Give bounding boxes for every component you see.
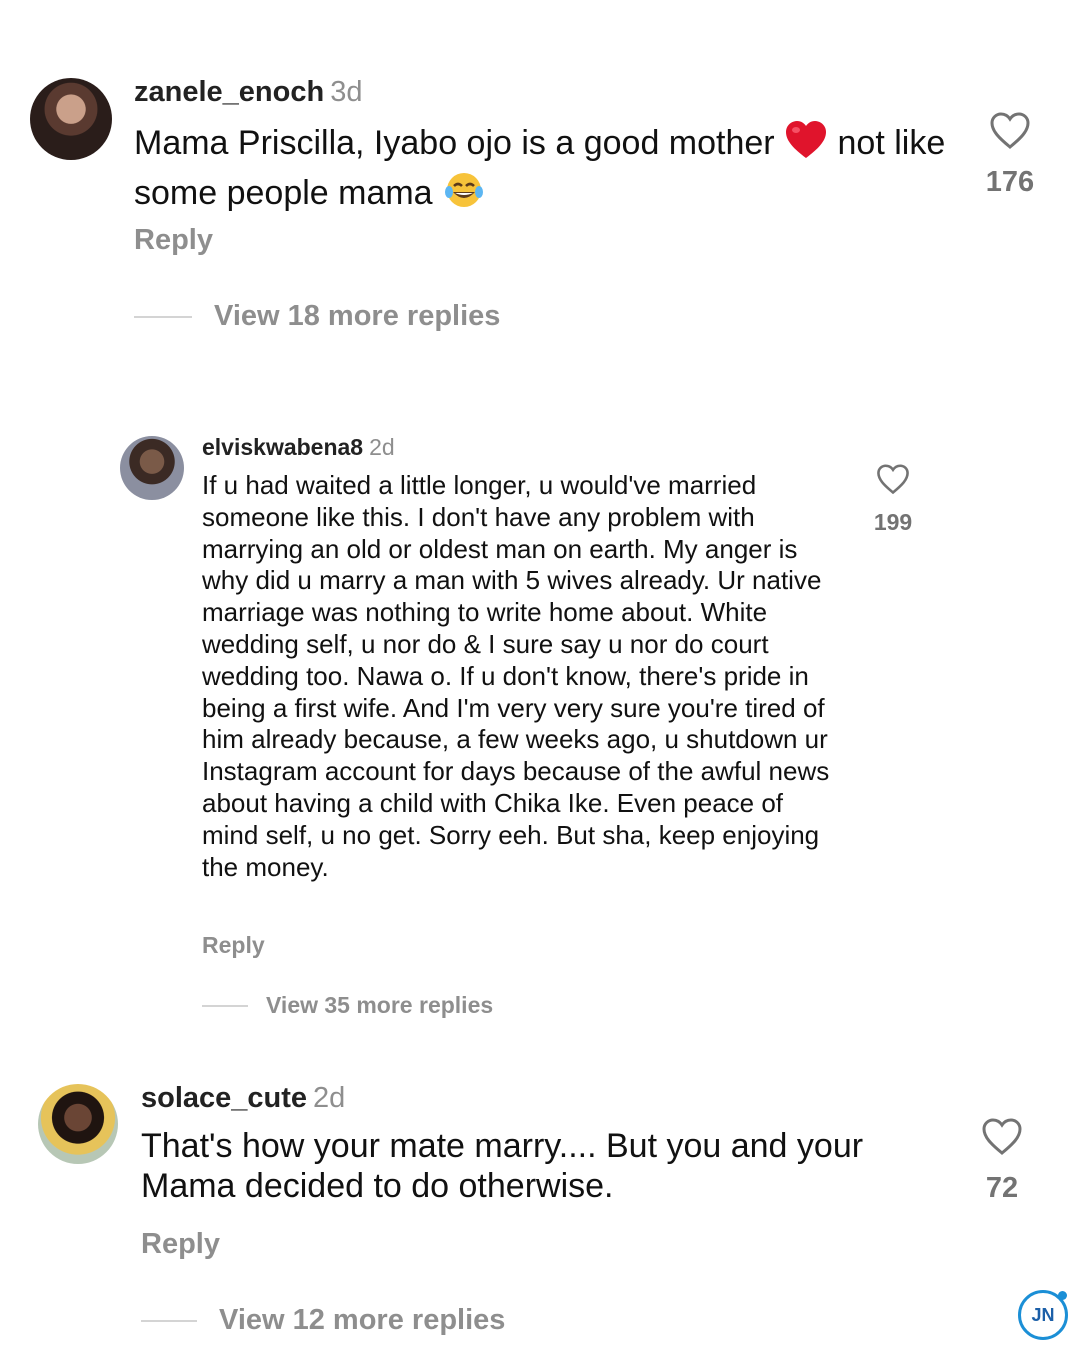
divider-line <box>141 1319 197 1322</box>
comment-2: elviskwabena8 2d If u had waited a little… <box>0 420 1080 1030</box>
comment-header: solace_cute 2d <box>141 1082 345 1115</box>
comment-1: zanele_enoch 3d Mama Priscilla, Iyabo ojo… <box>0 0 1080 360</box>
comment-header: elviskwabena8 2d <box>202 434 395 461</box>
avatar[interactable] <box>30 78 112 160</box>
like-count: 72 <box>985 1172 1019 1204</box>
username[interactable]: solace_cute <box>141 1082 307 1114</box>
comment-text: That's how your mate marry.... But you a… <box>141 1127 864 1205</box>
divider-line <box>202 1004 248 1007</box>
jn-logo: JN <box>1018 1290 1068 1340</box>
timestamp: 2d <box>313 1082 346 1114</box>
like-count: 199 <box>873 509 913 535</box>
heart-outline-icon <box>982 1118 1022 1155</box>
like-button[interactable]: 72 <box>972 1118 1032 1205</box>
avatar[interactable] <box>38 1084 118 1164</box>
comment-text: Mama Priscilla, Iyabo ojo is a good moth… <box>134 120 954 220</box>
heart-outline-icon <box>877 464 909 495</box>
divider-line <box>134 315 192 318</box>
heart-outline-icon <box>990 112 1030 149</box>
timestamp: 3d <box>330 76 363 108</box>
view-more-replies[interactable]: View 18 more replies <box>134 300 500 333</box>
comment-3: solace_cute 2d That's how your mate marry… <box>0 1070 1080 1350</box>
view-more-replies[interactable]: View 35 more replies <box>202 992 493 1019</box>
reply-button[interactable]: Reply <box>134 224 213 257</box>
username[interactable]: elviskwabena8 <box>202 434 363 460</box>
like-button[interactable]: 199 <box>866 464 920 536</box>
comment-text: If u had waited a little longer, u would… <box>202 470 830 882</box>
like-count: 176 <box>985 166 1035 198</box>
reply-button[interactable]: Reply <box>141 1228 220 1261</box>
red-heart-emoji <box>784 120 828 170</box>
username[interactable]: zanele_enoch <box>134 76 324 108</box>
like-button[interactable]: 176 <box>980 112 1040 199</box>
timestamp: 2d <box>369 434 395 460</box>
reply-button[interactable]: Reply <box>202 932 265 959</box>
comment-header: zanele_enoch 3d <box>134 76 362 109</box>
avatar[interactable] <box>120 436 184 500</box>
logo-dot <box>1058 1291 1067 1300</box>
tears-of-joy-emoji <box>442 170 486 220</box>
view-more-replies[interactable]: View 12 more replies <box>141 1304 505 1337</box>
